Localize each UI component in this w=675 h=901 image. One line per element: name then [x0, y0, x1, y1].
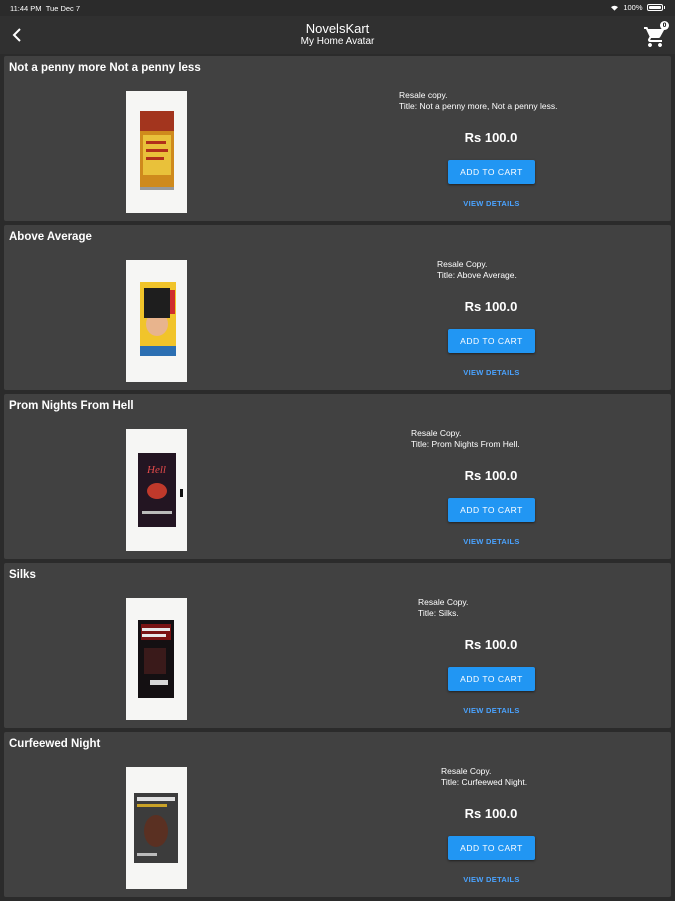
add-to-cart-button[interactable]: ADD TO CART — [448, 160, 535, 184]
book-title: Silks — [9, 569, 36, 581]
view-details-link[interactable]: VIEW DETAILS — [448, 199, 535, 208]
book-description: Resale Copy. Title: Silks. — [418, 597, 675, 619]
status-time: 11:44 PM Tue Dec 7 — [10, 4, 80, 13]
app-title: NovelsKart — [305, 21, 370, 36]
desc-line-1: Resale Copy. — [411, 428, 462, 438]
desc-line-2: Title: Prom Nights From Hell. — [411, 439, 520, 449]
book-description: Resale Copy. Title: Above Average. — [437, 259, 675, 281]
status-bar: 11:44 PM Tue Dec 7 100% — [0, 0, 675, 16]
battery-icon — [646, 4, 663, 11]
cart-count-badge: 0 — [660, 21, 669, 30]
svg-text:Hell: Hell — [146, 464, 166, 476]
app-subtitle: My Home Avatar — [300, 36, 375, 47]
book-price: Rs 100.0 — [464, 130, 518, 145]
book-card: Above Average Resale Copy. Title: Above … — [4, 225, 671, 390]
book-image — [126, 598, 187, 720]
book-price: Rs 100.0 — [464, 806, 518, 821]
book-card: Silks Resale Copy. Title: Silks. Rs 100.… — [4, 563, 671, 728]
book-card: Prom Nights From Hell Hell Resale Copy. … — [4, 394, 671, 559]
view-details-link[interactable]: VIEW DETAILS — [448, 875, 535, 884]
view-details-link[interactable]: VIEW DETAILS — [448, 537, 535, 546]
book-image — [126, 767, 187, 889]
desc-line-2: Title: Silks. — [418, 608, 459, 618]
book-cover-image — [134, 793, 178, 863]
book-image: Hell — [126, 429, 187, 551]
view-details-link[interactable]: VIEW DETAILS — [448, 368, 535, 377]
desc-line-1: Resale copy. — [399, 90, 448, 100]
add-to-cart-button[interactable]: ADD TO CART — [448, 836, 535, 860]
battery-percent: 100% — [623, 3, 643, 12]
book-image — [126, 91, 187, 213]
desc-line-2: Title: Not a penny more, Not a penny les… — [399, 101, 558, 111]
book-image — [126, 260, 187, 382]
book-title: Not a penny more Not a penny less — [9, 62, 201, 74]
book-card: Curfeewed Night Resale Copy. Title: Curf… — [4, 732, 671, 897]
desc-line-2: Title: Above Average. — [437, 270, 517, 280]
book-cover-image — [140, 111, 174, 190]
add-to-cart-button[interactable]: ADD TO CART — [448, 667, 535, 691]
book-description: Resale Copy. Title: Prom Nights From Hel… — [411, 428, 675, 450]
desc-line-1: Resale Copy. — [441, 766, 492, 776]
book-card: Not a penny more Not a penny less Resale… — [4, 56, 671, 221]
cart-button[interactable]: 0 — [643, 21, 669, 49]
add-to-cart-button[interactable]: ADD TO CART — [448, 329, 535, 353]
date-text: Tue Dec 7 — [45, 4, 81, 13]
book-description: Resale Copy. Title: Curfeewed Night. — [441, 766, 675, 788]
book-list: Not a penny more Not a penny less Resale… — [0, 56, 675, 901]
book-cover-image — [140, 282, 176, 356]
book-title: Prom Nights From Hell — [9, 400, 134, 412]
battery-cap — [663, 6, 665, 9]
time-text: 11:44 PM — [10, 4, 42, 13]
app-bar: NovelsKart My Home Avatar 0 — [0, 16, 675, 54]
book-cover-image: Hell — [138, 453, 183, 527]
book-price: Rs 100.0 — [464, 637, 518, 652]
book-description: Resale copy. Title: Not a penny more, No… — [399, 90, 675, 112]
wifi-icon — [611, 5, 619, 11]
book-title: Curfeewed Night — [9, 738, 101, 750]
title-block: NovelsKart My Home Avatar — [0, 21, 675, 48]
desc-line-2: Title: Curfeewed Night. — [441, 777, 528, 787]
status-right: 100% — [610, 3, 665, 12]
book-title: Above Average — [9, 231, 92, 243]
desc-line-1: Resale Copy. — [418, 597, 469, 607]
add-to-cart-button[interactable]: ADD TO CART — [448, 498, 535, 522]
book-cover-image — [138, 620, 174, 698]
view-details-link[interactable]: VIEW DETAILS — [448, 706, 535, 715]
book-price: Rs 100.0 — [464, 468, 518, 483]
desc-line-1: Resale Copy. — [437, 259, 488, 269]
book-price: Rs 100.0 — [464, 299, 518, 314]
